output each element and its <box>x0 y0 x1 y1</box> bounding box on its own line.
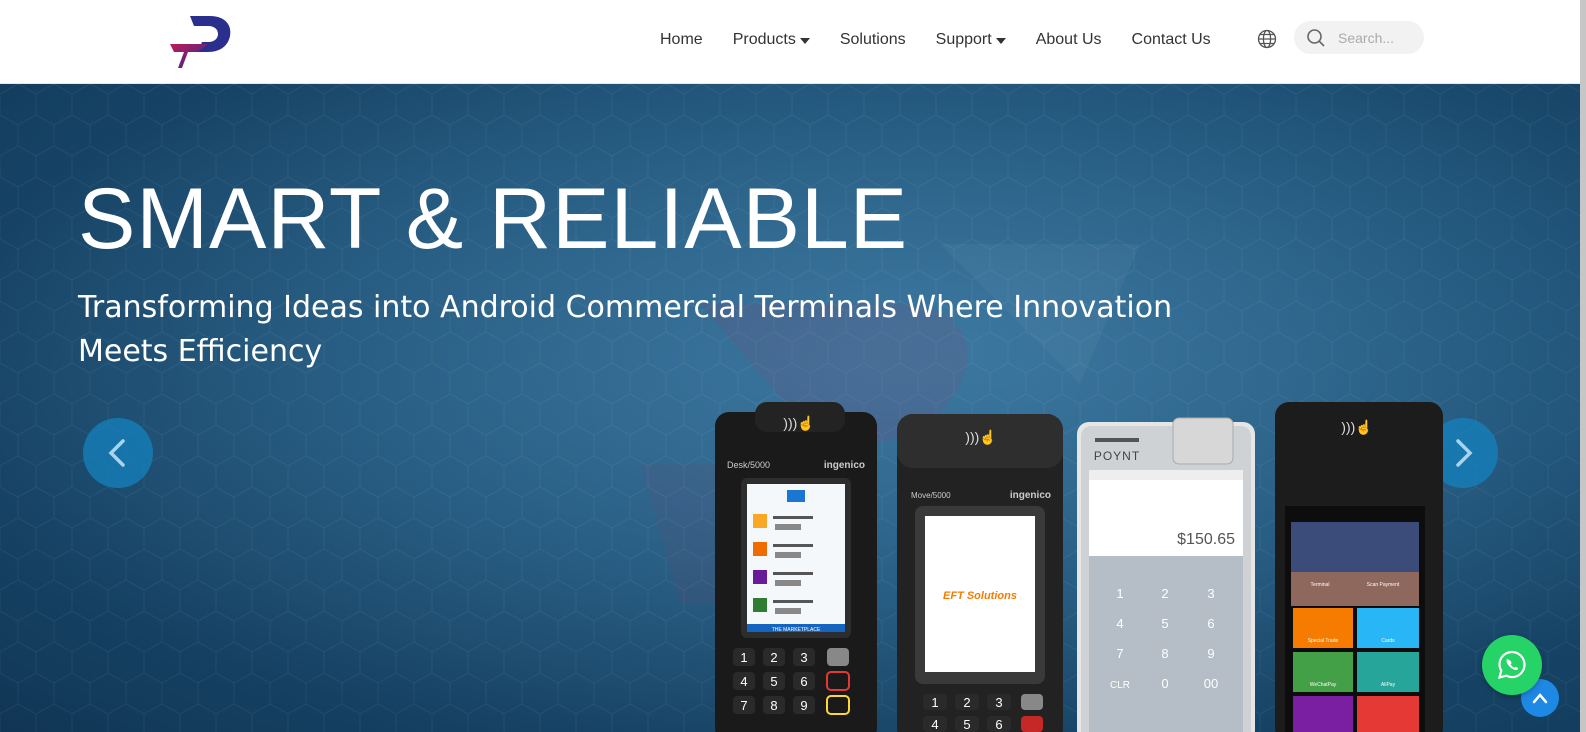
terminal-move-5000: )))☝ Move/5000 ingenico EFT Solutions 1 … <box>897 414 1063 732</box>
nav-contact-us[interactable]: Contact Us <box>1132 31 1211 49</box>
caret-down-icon <box>995 37 1006 44</box>
terminal-2-brand: ingenico <box>1010 490 1051 501</box>
tile-label: WeChatPay <box>1310 682 1337 688</box>
terminal-android-pos: )))☝ Terminal Scan Payment Special Trade… <box>1275 402 1443 732</box>
contactless-icon: )))☝ <box>1341 418 1372 436</box>
key-label: 2 <box>1161 586 1168 601</box>
key-label: 3 <box>800 650 807 665</box>
page-scrollbar[interactable] <box>1580 0 1586 732</box>
terminal-1-brand: ingenico <box>824 460 865 471</box>
terminal-2-screen-text: EFT Solutions <box>943 590 1017 602</box>
tile-label: Scan Payment <box>1367 582 1400 588</box>
key-label: 5 <box>1161 616 1168 631</box>
key-label: 4 <box>740 674 747 689</box>
d-logo-icon <box>170 16 231 68</box>
terminal-desk-5000: )))☝ Desk/5000 ingenico THE MARKETPLACE … <box>715 402 877 732</box>
key-label: 6 <box>800 674 807 689</box>
key-label: 9 <box>1207 646 1214 661</box>
nav-home-label: Home <box>660 31 703 48</box>
key-label: 3 <box>1207 586 1214 601</box>
key-label: 4 <box>931 717 938 732</box>
terminal-1-screen-title: THE MARKETPLACE <box>772 627 821 633</box>
terminal-1-model: Desk/5000 <box>727 460 770 470</box>
key-label: 6 <box>1207 616 1214 631</box>
tile-label: Terminal <box>1311 582 1330 588</box>
key-label: 2 <box>770 650 777 665</box>
site-logo[interactable] <box>168 14 234 70</box>
contactless-icon: )))☝ <box>965 428 996 446</box>
chevron-up-icon <box>1532 693 1548 704</box>
tile-label: AliPay <box>1381 682 1396 688</box>
contactless-icon: )))☝ <box>783 414 814 432</box>
chevron-left-icon <box>108 439 125 467</box>
search-icon <box>1307 28 1325 47</box>
terminal-3-brand: POYNT <box>1094 449 1140 463</box>
key-label: 7 <box>1116 646 1123 661</box>
nav-home[interactable]: Home <box>660 31 703 49</box>
nav-solutions-label: Solutions <box>839 31 906 48</box>
nav-products-label: Products <box>732 31 796 48</box>
nav-contact-us-label: Contact Us <box>1131 31 1211 48</box>
key-label: 9 <box>800 698 807 713</box>
whatsapp-icon <box>1497 650 1526 680</box>
search-box[interactable] <box>1294 21 1424 54</box>
site-header: Home Products Solutions Support About Us… <box>0 0 1586 84</box>
nav-solutions[interactable]: Solutions <box>840 31 906 49</box>
search-input[interactable] <box>1338 29 1418 46</box>
key-label: 3 <box>995 695 1002 710</box>
key-label: 5 <box>770 674 777 689</box>
pos-terminals-image: )))☝ Desk/5000 ingenico THE MARKETPLACE … <box>715 402 1443 732</box>
key-label: 2 <box>963 695 970 710</box>
main-nav: Home Products Solutions Support About Us… <box>660 0 1241 80</box>
nav-about-us[interactable]: About Us <box>1036 31 1102 49</box>
key-label: 8 <box>1161 646 1168 661</box>
nav-products[interactable]: Products <box>733 31 810 49</box>
whatsapp-chat-button[interactable] <box>1482 635 1542 695</box>
key-label: 5 <box>963 717 970 732</box>
carousel-prev-button[interactable] <box>83 418 153 488</box>
key-label: CLR <box>1110 680 1130 691</box>
key-label: 00 <box>1204 676 1218 691</box>
tile-label: Cards <box>1381 638 1395 644</box>
nav-about-us-label: About Us <box>1035 31 1102 48</box>
key-label: 8 <box>770 698 777 713</box>
terminal-poynt: POYNT $150.65 1 2 3 4 5 6 7 8 9 CLR 0 00 <box>1077 417 1255 732</box>
key-label: 4 <box>1116 616 1123 631</box>
key-label: 7 <box>740 698 747 713</box>
tile-label: Special Trade <box>1308 638 1339 644</box>
key-label: 1 <box>931 695 938 710</box>
hero-subtitle: Transforming Ideas into Android Commerci… <box>78 290 1173 369</box>
key-label: 1 <box>1116 586 1123 601</box>
hero-title: SMART & RELIABLE <box>78 171 909 267</box>
terminal-2-model: Move/5000 <box>911 491 951 500</box>
nav-support-label: Support <box>935 31 992 48</box>
key-label: 1 <box>740 650 747 665</box>
key-label: 0 <box>1161 676 1168 691</box>
key-label: 6 <box>995 717 1002 732</box>
nav-support[interactable]: Support <box>936 31 1006 49</box>
terminal-3-amount: $150.65 <box>1177 531 1235 548</box>
caret-down-icon <box>799 37 810 44</box>
hero-banner: SMART & RELIABLE Transforming Ideas into… <box>0 84 1580 732</box>
scrollbar-thumb[interactable] <box>1580 0 1586 732</box>
globe-icon[interactable] <box>1257 29 1277 49</box>
